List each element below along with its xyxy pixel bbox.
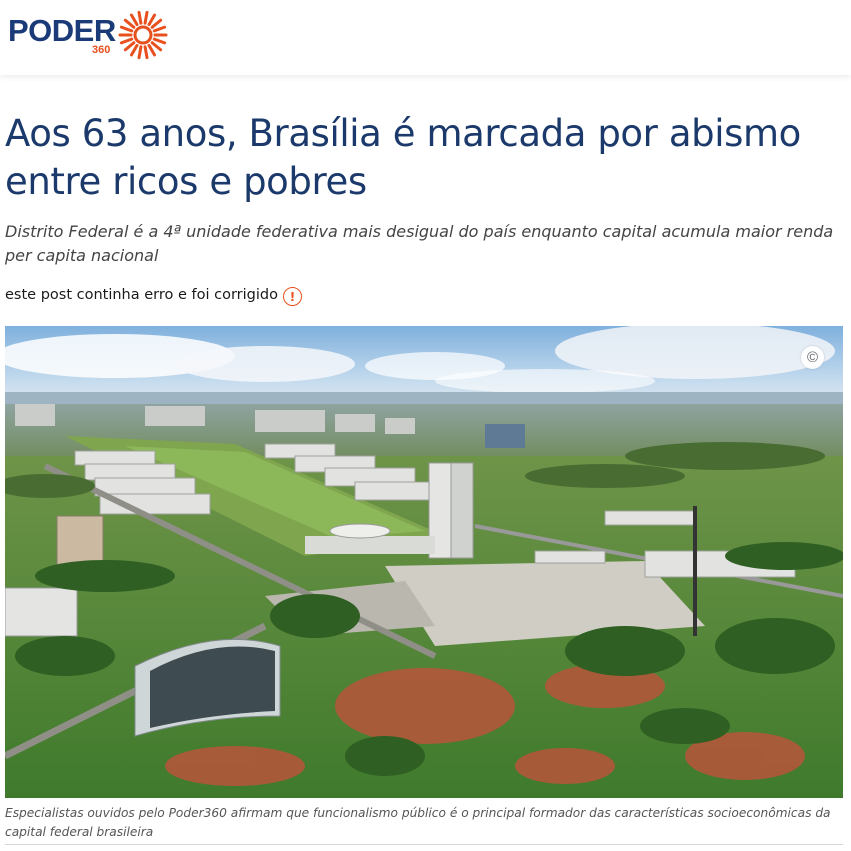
photo-caption: Especialistas ouvidos pelo Poder360 afir…	[5, 806, 831, 839]
sun-burst-icon	[118, 10, 168, 60]
caption-divider	[5, 844, 843, 845]
poder360-logo[interactable]: PODER 360	[8, 8, 178, 64]
article-headline: Aos 63 anos, Brasília é marcada por abis…	[5, 112, 801, 203]
alert-circle-icon[interactable]: !	[282, 287, 302, 306]
correction-label: este post continha erro e foi corrigido	[5, 287, 278, 303]
correction-notice[interactable]: este post continha erro e foi corrigido …	[5, 284, 302, 306]
brasilia-aerial-image	[5, 326, 843, 798]
article-subheadline: Distrito Federal é a 4ª unidade federati…	[5, 222, 834, 265]
logo-number: 360	[92, 44, 111, 56]
site-header: PODER 360	[0, 0, 851, 75]
article-photo: ©	[5, 326, 843, 798]
copyright-icon[interactable]: ©	[801, 346, 824, 369]
